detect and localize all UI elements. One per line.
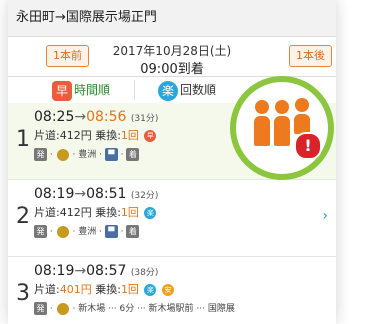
next-train-button[interactable]: 1本後: [289, 45, 332, 67]
depart-time: 08:25: [34, 109, 75, 125]
date-navigation: 1本前 2017年10月28日(土) 09:00到着 1本後: [8, 37, 336, 77]
crowd-icon: !: [254, 98, 322, 160]
fare-label: 片道:: [34, 283, 60, 296]
fare-info: 片道:412円 乗換:1回 早: [34, 127, 157, 143]
arrive-time: 08:56: [86, 109, 127, 125]
arrive-time: 08:57: [86, 263, 127, 279]
fare-info: 片道:401円 乗換:1回 楽 安: [34, 281, 174, 297]
time-range: 08:19→08:57 (38分): [34, 263, 158, 279]
depart-time: 08:19: [34, 186, 75, 202]
transfer-station: 豊洲: [78, 227, 97, 237]
transfer-count: 1回: [120, 283, 139, 296]
duration: (31分): [130, 114, 159, 124]
yurakucho-line-icon: [56, 225, 69, 238]
transfer-label: 乗換:: [95, 206, 121, 219]
route-summary: 発 · · 豊洲 · ▀ · 着: [34, 224, 140, 238]
depart-time: 08:19: [34, 263, 75, 279]
easy-icon: 楽: [158, 80, 178, 101]
route-summary: 発 · · 豊洲 · ▀ · 着: [34, 147, 140, 161]
result-index: 3: [16, 281, 30, 306]
delay-alert-overlay: !: [230, 76, 334, 180]
fast-badge-icon: 早: [144, 130, 157, 142]
train-icon: ▀: [104, 148, 118, 161]
result-index: 2: [16, 204, 30, 229]
person-icon: [254, 100, 270, 146]
list-item[interactable]: 3 08:19→08:57 (38分) 片道:401円 乗換:1回 楽 安 発 …: [8, 257, 336, 324]
transfer-station: 新木場 ··· 6分 ··· 新木場駅前 ··· 国際展: [78, 304, 235, 314]
duration: (32分): [130, 191, 159, 201]
app-screen: 永田町→国際展示場正門 1本前 2017年10月28日(土) 09:00到着 1…: [8, 0, 336, 324]
transfer-label: 乗換:: [95, 283, 121, 296]
route-summary: 発 · · 新木場 ··· 6分 ··· 新木場駅前 ··· 国際展: [34, 301, 235, 315]
person-icon: [294, 98, 310, 134]
arrive-time: 08:51: [86, 186, 127, 202]
person-icon: [274, 100, 290, 146]
yurakucho-line-icon: [56, 302, 69, 315]
list-item[interactable]: 2 08:19→08:51 (32分) 片道:412円 乗換:1回 楽 発 · …: [8, 180, 336, 257]
transfer-count: 1回: [120, 129, 139, 142]
fast-icon: 早: [52, 80, 72, 101]
tab-time-order[interactable]: 早時間順: [52, 79, 110, 101]
arrive-icon: 着: [126, 225, 140, 238]
alert-icon: !: [294, 132, 322, 160]
fare: 401円: [59, 283, 92, 296]
depart-icon: 発: [34, 148, 47, 161]
route-title: 永田町→国際展示場正門: [8, 0, 336, 37]
chevron-right-icon[interactable]: ›: [322, 208, 328, 224]
transfer-station: 豊洲: [78, 150, 97, 160]
divider: [134, 80, 135, 100]
arrow-icon: →: [74, 263, 87, 279]
easy-badge-icon: 楽: [144, 207, 157, 219]
depart-icon: 発: [34, 302, 47, 315]
fare: 片道:412円: [34, 206, 92, 219]
fare-info: 片道:412円 乗換:1回 楽: [34, 204, 157, 220]
tab-transfer-order[interactable]: 楽回数順: [158, 79, 216, 101]
depart-icon: 発: [34, 225, 47, 238]
date-label: 2017年10月28日(土): [112, 44, 232, 58]
transfer-count: 1回: [120, 206, 139, 219]
result-index: 1: [16, 127, 30, 152]
cheap-badge-icon: 安: [161, 284, 174, 296]
time-range: 08:25→08:56 (31分): [34, 109, 158, 125]
easy-badge-icon: 楽: [144, 284, 157, 296]
arrow-icon: →: [74, 186, 87, 202]
tab-label: 時間順: [74, 83, 111, 97]
train-icon: ▀: [104, 225, 118, 238]
arrival-time-label: 09:00到着: [140, 62, 204, 77]
arrow-icon: →: [74, 109, 87, 125]
time-range: 08:19→08:51 (32分): [34, 186, 158, 202]
tab-label: 回数順: [180, 83, 217, 97]
yurakucho-line-icon: [56, 148, 69, 161]
fare: 片道:412円: [34, 129, 92, 142]
duration: (38分): [130, 268, 159, 278]
transfer-label: 乗換:: [95, 129, 121, 142]
arrive-icon: 着: [126, 148, 140, 161]
